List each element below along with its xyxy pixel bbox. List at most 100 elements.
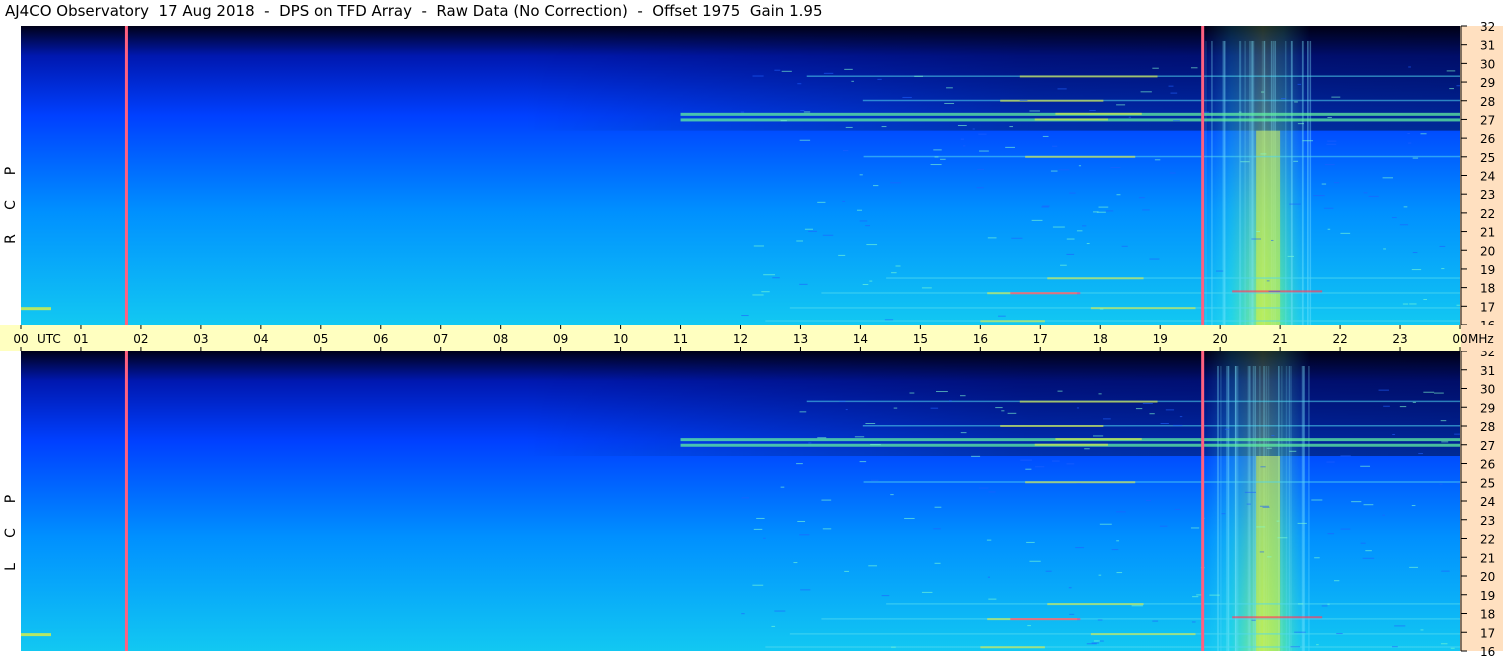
noise-speck [891, 646, 896, 648]
frequency-tick-label: 24 [1480, 495, 1495, 509]
noise-speck [902, 96, 912, 98]
noise-speck [851, 80, 854, 82]
interference-hotspot-red [1232, 616, 1323, 619]
noise-speck [859, 174, 863, 176]
noise-speck [774, 69, 781, 71]
noise-speck [890, 494, 894, 496]
noise-speck [1327, 603, 1330, 605]
frequency-tick-label: 27 [1480, 113, 1495, 127]
noise-speck [774, 610, 786, 612]
noise-speck [1407, 132, 1410, 134]
time-tick-label: 16 [973, 332, 988, 346]
noise-speck [1363, 504, 1374, 506]
noise-speck [1418, 453, 1423, 455]
emission-striation [1249, 40, 1251, 325]
noise-speck [1224, 428, 1230, 430]
frequency-tick-label: 23 [1480, 188, 1495, 202]
frequency-tick-label: 26 [1480, 458, 1495, 472]
interference-line [863, 481, 1460, 483]
noise-speck [1260, 466, 1266, 468]
noise-speck [865, 422, 876, 424]
noise-speck [800, 110, 805, 112]
time-tick-label: 07 [433, 332, 448, 346]
emission-striation [1223, 40, 1226, 325]
interference-line-hotspot [1025, 481, 1136, 484]
noise-speck [1098, 206, 1109, 208]
frequency-tick-label: 20 [1480, 570, 1495, 584]
noise-speck [1290, 646, 1301, 648]
emission-striation [1254, 366, 1257, 651]
noise-speck [780, 120, 787, 122]
noise-speck [1362, 557, 1375, 559]
noise-speck [817, 437, 827, 439]
noise-speck [1251, 619, 1256, 621]
noise-speck [752, 584, 764, 586]
noise-speck [921, 591, 933, 593]
time-tick-label: 15 [913, 332, 928, 346]
frequency-tick-label: 28 [1480, 420, 1495, 434]
noise-speck [933, 149, 942, 151]
noise-speck [1412, 157, 1419, 159]
emission-striation [1222, 40, 1225, 325]
frequency-tick-label: 23 [1480, 514, 1495, 528]
time-tick-label: 11 [673, 332, 688, 346]
frequency-tick-label: 27 [1480, 439, 1495, 453]
emission-striation [1217, 366, 1219, 651]
time-tick-label: 06 [373, 332, 388, 346]
noise-speck [793, 562, 798, 564]
noise-speck [1103, 418, 1111, 420]
noise-speck [1276, 520, 1280, 522]
noise-speck [868, 565, 878, 567]
time-tick-label: 19 [1153, 332, 1168, 346]
noise-speck [995, 407, 1003, 409]
noise-speck [799, 534, 810, 536]
noise-speck [1336, 633, 1343, 635]
noise-speck [1098, 574, 1102, 576]
noise-speck [1259, 551, 1265, 553]
emission-striation [1281, 366, 1283, 651]
time-tick-label: 01 [73, 332, 88, 346]
noise-speck [753, 245, 764, 247]
noise-speck [1174, 508, 1181, 510]
noise-speck [1041, 206, 1049, 208]
frequency-tick-label: 22 [1480, 207, 1495, 221]
interference-line-hotspot [980, 320, 1045, 323]
emission-striation [1244, 40, 1246, 325]
noise-speck [1324, 164, 1335, 166]
emission-striation [1301, 366, 1304, 651]
noise-speck [869, 280, 873, 282]
frequency-tick-label: 31 [1480, 364, 1495, 378]
noise-speck [796, 463, 803, 465]
noise-speck [1052, 145, 1058, 147]
interference-line-hotspot [1019, 400, 1158, 403]
noise-speck [976, 187, 984, 189]
noise-speck [1076, 483, 1081, 485]
noise-speck [1057, 390, 1063, 392]
noise-speck [934, 156, 939, 158]
noise-speck [1005, 146, 1015, 148]
noise-speck [1172, 424, 1183, 426]
noise-speck [740, 111, 745, 113]
emission-striation [1284, 40, 1287, 325]
noise-speck [843, 150, 849, 152]
frequency-tick-label: 19 [1480, 263, 1495, 277]
noise-speck [1019, 99, 1028, 101]
noise-speck [741, 613, 745, 615]
emission-peak [1256, 130, 1281, 325]
noise-speck [1086, 243, 1090, 245]
noise-speck [1240, 161, 1250, 163]
noise-speck [978, 133, 987, 135]
time-tick-label: 18 [1093, 332, 1108, 346]
noise-speck [1084, 448, 1090, 450]
noise-speck [800, 589, 811, 591]
noise-speck [1383, 248, 1386, 250]
noise-speck [1209, 594, 1220, 596]
interference-line-hotspot [1055, 438, 1142, 441]
interference-line-hotspot [1047, 603, 1144, 606]
noise-speck [979, 487, 989, 489]
noise-speck [1131, 605, 1143, 607]
noise-speck [1068, 587, 1072, 589]
emission-striation [1308, 366, 1310, 651]
noise-speck [808, 230, 817, 232]
noise-speck [1408, 142, 1412, 144]
